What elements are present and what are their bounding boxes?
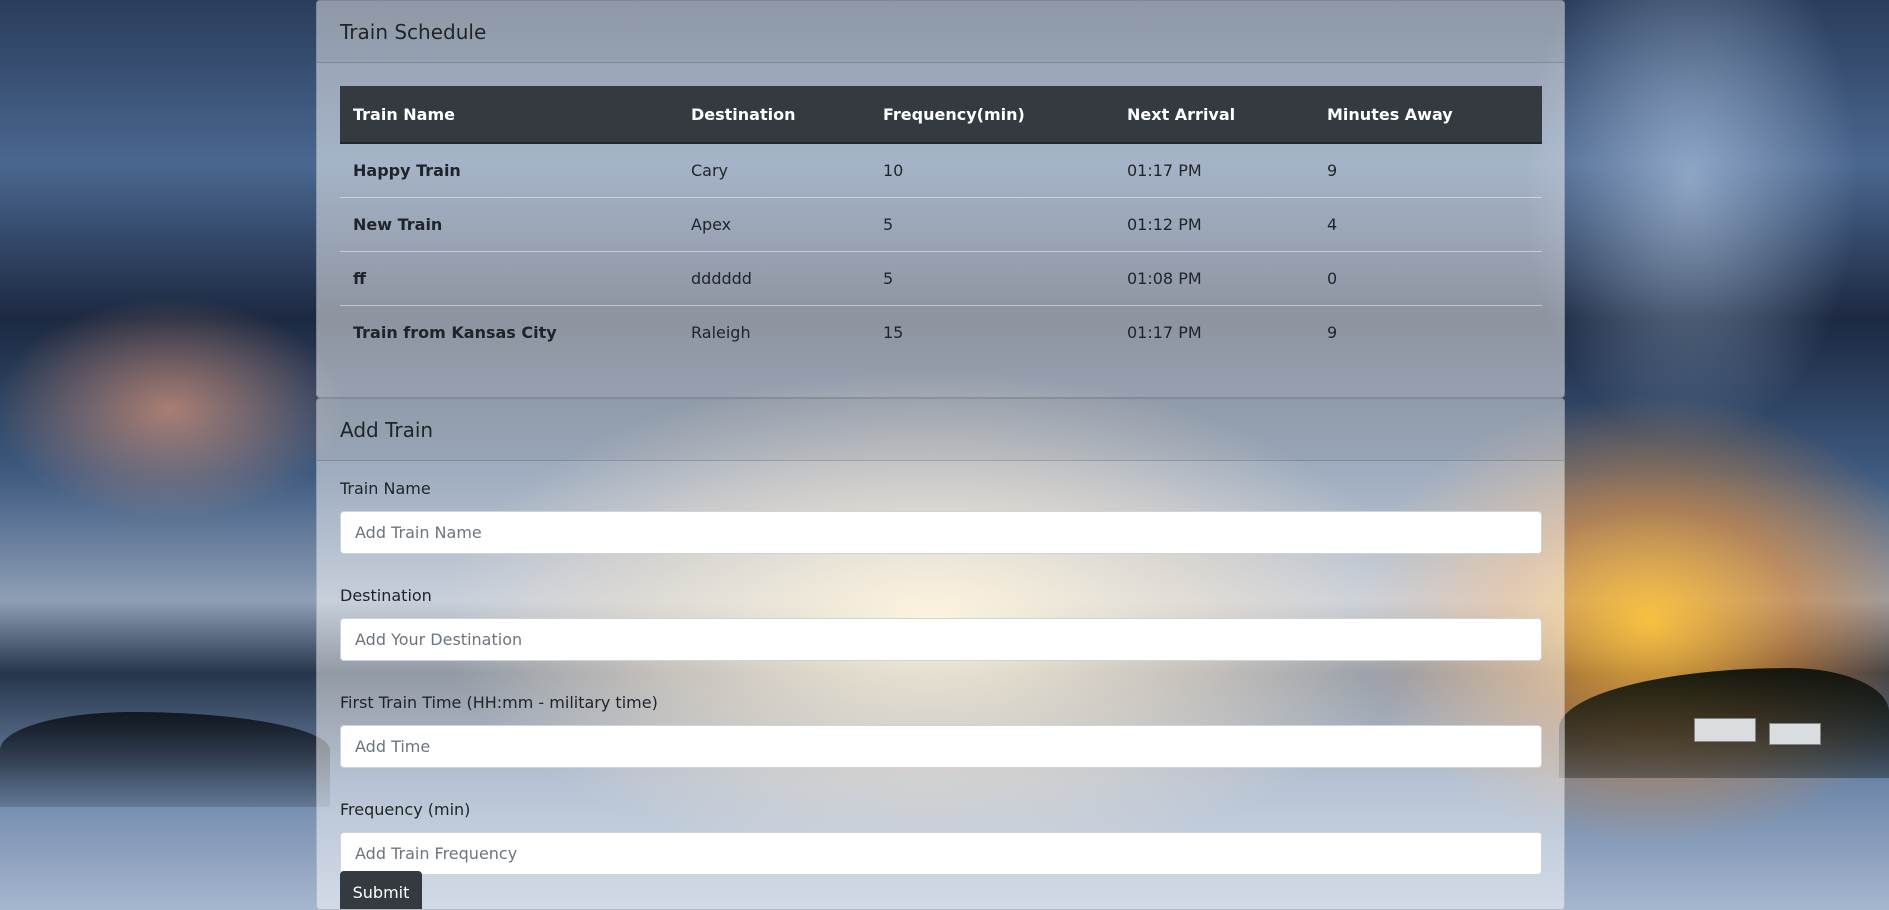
cell-next-arrival: 01:12 PM [1114,197,1314,252]
cell-minutes-away: 9 [1314,143,1542,198]
train-schedule-card: Train Schedule Train Name Destination Fr… [316,0,1565,398]
cell-next-arrival: 01:17 PM [1114,143,1314,198]
cell-train-name: Train from Kansas City [353,323,557,342]
add-train-card: Add Train Train Name Destination First T… [316,398,1565,910]
cell-minutes-away: 0 [1314,251,1542,306]
cell-minutes-away: 9 [1327,323,1338,342]
add-train-title: Add Train [340,417,434,442]
frequency-input[interactable] [340,832,1542,875]
first-train-time-label: First Train Time (HH:mm - military time) [340,693,658,712]
cell-next-arrival: 01:08 PM [1114,251,1314,306]
submit-button[interactable]: Submit [340,871,422,909]
column-header-frequency: Frequency(min) [870,86,1114,144]
add-train-header: Add Train [317,399,1564,461]
table-row: Happy Train Cary 10 01:17 PM 9 [340,143,1542,198]
destination-input[interactable] [340,618,1542,661]
train-schedule-header: Train Schedule [317,1,1564,63]
column-header-train-name: Train Name [340,86,678,144]
cell-train-name: Happy Train [340,143,678,198]
background-house [1694,718,1756,742]
train-name-label: Train Name [340,479,431,498]
table-row: New Train Apex 5 01:12 PM 4 [340,197,1542,252]
train-schedule-table: Train Name Destination Frequency(min) Ne… [340,86,1542,359]
frequency-label: Frequency (min) [340,800,471,819]
cell-minutes-away: 4 [1314,197,1542,252]
train-schedule-table-wrap: Train Name Destination Frequency(min) Ne… [340,86,1542,359]
cell-destination: Raleigh [691,323,751,342]
cell-destination: Apex [678,197,870,252]
cell-next-arrival: 01:17 PM [1127,323,1202,342]
cell-train-name: ff [340,251,678,306]
cell-frequency: 10 [870,143,1114,198]
cell-destination: Cary [678,143,870,198]
first-train-time-input[interactable] [340,725,1542,768]
column-header-next-arrival: Next Arrival [1114,86,1314,144]
column-header-destination: Destination [678,86,870,144]
cell-frequency: 5 [870,251,1114,306]
background-house [1769,723,1821,745]
table-row: ff dddddd 5 01:08 PM 0 [340,251,1542,306]
table-row: Train from Kansas City Raleigh 15 01:17 … [340,306,1542,360]
column-header-minutes-away: Minutes Away [1314,86,1542,144]
main-container: Train Schedule Train Name Destination Fr… [316,0,1565,910]
cell-train-name: New Train [340,197,678,252]
cell-destination: dddddd [678,251,870,306]
table-header-row: Train Name Destination Frequency(min) Ne… [340,86,1542,144]
add-train-form: Train Name Destination First Train Time … [340,479,1542,909]
cell-frequency: 5 [870,197,1114,252]
train-schedule-title: Train Schedule [340,19,487,44]
train-name-input[interactable] [340,511,1542,554]
cell-frequency: 15 [883,323,904,342]
destination-label: Destination [340,586,432,605]
background-shoreline-left [0,712,330,807]
